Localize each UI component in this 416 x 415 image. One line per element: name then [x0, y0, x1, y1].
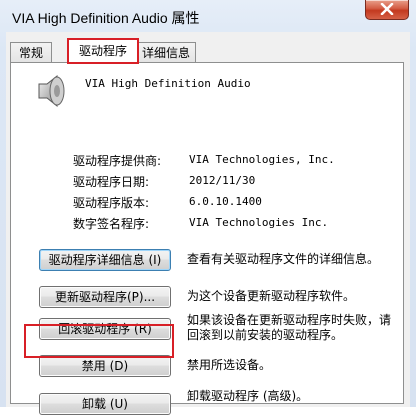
driver-date-value: 2012/11/30: [189, 174, 256, 187]
close-icon: [380, 3, 394, 15]
tab-general[interactable]: 常规: [10, 42, 52, 63]
driver-provider-label: 驱动程序提供商:: [73, 154, 162, 168]
tab-general-label: 常规: [18, 46, 43, 60]
driver-date-label: 驱动程序日期:: [73, 175, 150, 189]
disable-button[interactable]: 禁用 (D): [39, 355, 171, 377]
tab-details[interactable]: 详细信息: [136, 42, 196, 63]
driver-details-description: 查看有关驱动程序文件的详细信息。: [187, 252, 380, 266]
speaker-icon: [38, 74, 65, 108]
digital-signer-label: 数字签名程序:: [73, 217, 150, 231]
driver-details-button[interactable]: 驱动程序详细信息 (I): [39, 249, 171, 271]
tab-highlight-box: [67, 38, 139, 64]
roll-back-driver-description: 如果该设备在更新驱动程序时失败，请回滚到以前安装的驱动程序。: [187, 313, 392, 342]
uninstall-button[interactable]: 卸载 (U): [39, 393, 171, 415]
uninstall-highlight-box: [24, 324, 174, 358]
window-title: VIA High Definition Audio 属性: [12, 10, 200, 26]
title-bar[interactable]: VIA High Definition Audio 属性: [0, 0, 416, 32]
update-driver-button[interactable]: 更新驱动程序(P)...: [39, 286, 171, 308]
driver-provider-value: VIA Technologies, Inc.: [189, 153, 335, 166]
digital-signer-value: VIA Technologies Inc.: [189, 216, 329, 229]
driver-version-label: 驱动程序版本:: [73, 196, 150, 210]
update-driver-description: 为这个设备更新驱动程序软件。: [187, 289, 356, 303]
uninstall-description: 卸载驱动程序 (高级)。: [187, 389, 309, 403]
driver-version-value: 6.0.10.1400: [189, 195, 262, 208]
close-button[interactable]: [365, 0, 409, 20]
disable-description: 禁用所选设备。: [187, 358, 272, 372]
tab-details-label: 详细信息: [141, 46, 190, 60]
device-name: VIA High Definition Audio: [85, 77, 251, 90]
properties-window: VIA High Definition Audio 属性 常规 驱动程序 详细信…: [0, 0, 416, 415]
